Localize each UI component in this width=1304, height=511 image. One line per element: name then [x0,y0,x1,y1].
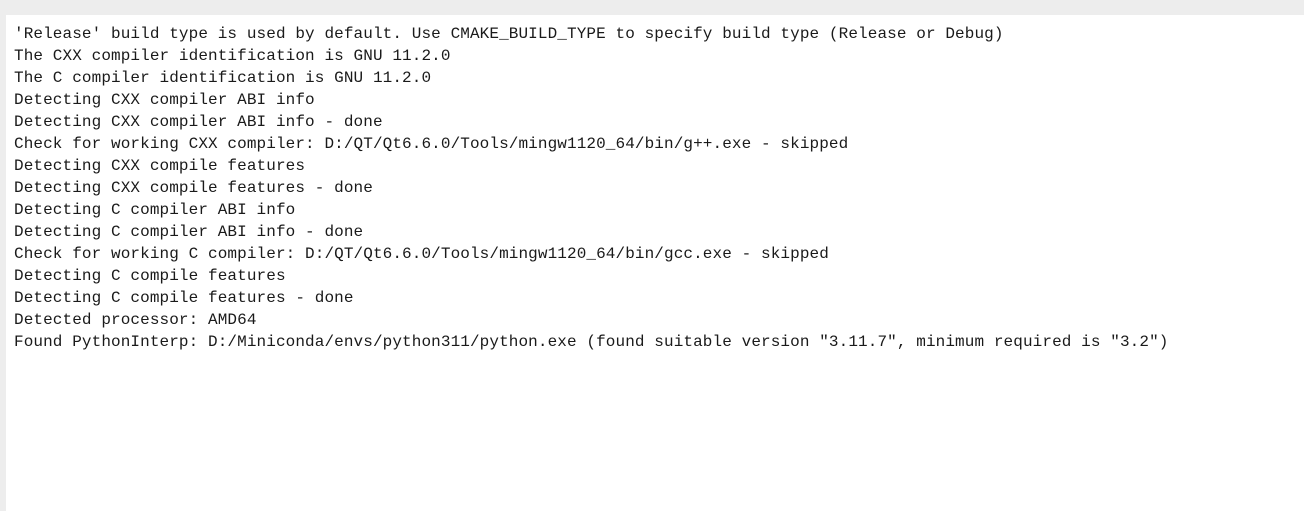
console-line: Check for working CXX compiler: D:/QT/Qt… [14,135,849,153]
console-line: The CXX compiler identification is GNU 1… [14,47,451,65]
console-line: Detecting CXX compiler ABI info [14,91,315,109]
console-line: The C compiler identification is GNU 11.… [14,69,432,87]
build-output-console[interactable]: 'Release' build type is used by default.… [6,15,1304,511]
console-line: Detecting C compile features [14,267,286,285]
console-lines: 'Release' build type is used by default.… [14,23,1169,353]
console-line: Detecting C compile features - done [14,289,354,307]
console-line: Check for working C compiler: D:/QT/Qt6.… [14,245,829,263]
console-line: Found PythonInterp: D:/Miniconda/envs/py… [14,333,1169,351]
console-line: Detecting C compiler ABI info - done [14,223,364,241]
console-line: Detecting CXX compile features - done [14,179,373,197]
top-bar [0,0,1304,15]
console-line: Detecting CXX compile features [14,157,306,175]
console-line: Detecting C compiler ABI info [14,201,296,219]
console-line: Detected processor: AMD64 [14,311,257,329]
console-line: Detecting CXX compiler ABI info - done [14,113,383,131]
console-line: 'Release' build type is used by default.… [14,25,1004,43]
